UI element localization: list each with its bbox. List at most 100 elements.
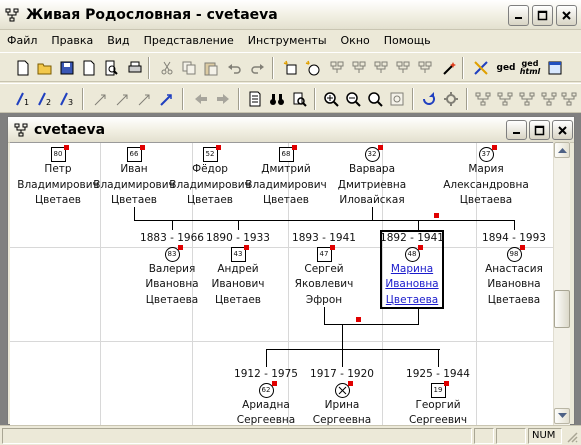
menu-tools[interactable]: Инструменты bbox=[241, 31, 334, 51]
minimize-button[interactable] bbox=[508, 5, 529, 26]
menu-view[interactable]: Вид bbox=[100, 31, 136, 51]
zoom-page-button[interactable] bbox=[386, 88, 408, 110]
toolbar-separator bbox=[182, 88, 184, 110]
print-preview-button[interactable] bbox=[100, 57, 122, 79]
menu-bar: Файл Правка Вид Представление Инструмент… bbox=[0, 31, 581, 51]
tree-tool-button-3[interactable] bbox=[370, 57, 392, 79]
child-maximize-button[interactable] bbox=[529, 120, 550, 140]
find-button[interactable] bbox=[288, 88, 310, 110]
cut-button[interactable] bbox=[156, 57, 178, 79]
person-last-name: Цветаева bbox=[487, 293, 541, 306]
menu-help[interactable]: Помощь bbox=[377, 31, 438, 51]
vertical-scrollbar[interactable] bbox=[553, 142, 570, 425]
person-card[interactable]: 1890 - 1933 43 Андрей Иванович Цветаев bbox=[190, 231, 286, 308]
nav-button-2[interactable] bbox=[112, 88, 134, 110]
person-middle-name: Сергеевна bbox=[312, 414, 372, 425]
wand-icon bbox=[443, 62, 456, 75]
settings-button[interactable] bbox=[440, 88, 462, 110]
new-relation-button[interactable] bbox=[302, 57, 324, 79]
person-card[interactable]: 1925 - 1944 19 Георгий Сергеевич bbox=[390, 367, 486, 425]
resize-grip-icon[interactable] bbox=[566, 431, 578, 443]
back-button[interactable] bbox=[190, 88, 212, 110]
zoom-out-button[interactable] bbox=[342, 88, 364, 110]
person-card-selected[interactable]: 1892 - 1941 48 Марина Ивановна Цветаева bbox=[364, 231, 460, 308]
tree-tool-button-2[interactable] bbox=[348, 57, 370, 79]
undo-button[interactable] bbox=[224, 57, 246, 79]
family-marker bbox=[434, 213, 439, 218]
layout-button-1[interactable] bbox=[472, 88, 494, 110]
nav-button-1[interactable] bbox=[90, 88, 112, 110]
generation-1-button[interactable]: 1 bbox=[12, 88, 34, 110]
nav-icon bbox=[138, 94, 150, 106]
maximize-icon bbox=[537, 10, 548, 21]
menu-window[interactable]: Окно bbox=[334, 31, 377, 51]
wand-button[interactable] bbox=[438, 57, 460, 79]
copy-button[interactable] bbox=[178, 57, 200, 79]
menu-presentation[interactable]: Представление bbox=[137, 31, 241, 51]
layout-button-3[interactable] bbox=[516, 88, 538, 110]
person-card[interactable]: 1893 - 1941 47 Сергей Яковлевич Эфрон bbox=[276, 231, 372, 308]
print-icon bbox=[128, 61, 142, 73]
layout-icon bbox=[519, 92, 535, 106]
document-icon bbox=[249, 91, 261, 107]
person-card[interactable]: 1894 - 1993 98 Анастасия Ивановна Цветае… bbox=[466, 231, 553, 308]
svg-text:1: 1 bbox=[24, 98, 29, 107]
page-button[interactable] bbox=[78, 57, 100, 79]
zoom-in-button[interactable] bbox=[320, 88, 342, 110]
person-last-name-link[interactable]: Цветаева bbox=[364, 293, 460, 309]
app-title-bar[interactable]: Живая Родословная - cvetaeva bbox=[0, 0, 581, 30]
zoom-fit-button[interactable] bbox=[364, 88, 386, 110]
redo-button[interactable] bbox=[246, 57, 268, 79]
layout-button-5[interactable] bbox=[558, 88, 580, 110]
forward-button[interactable] bbox=[212, 88, 234, 110]
open-button[interactable] bbox=[34, 57, 56, 79]
relation-line bbox=[438, 349, 439, 367]
person-card[interactable]: 37 Мария Александровна Цветаева bbox=[438, 145, 534, 209]
menu-file[interactable]: Файл bbox=[0, 31, 44, 51]
menu-edit[interactable]: Правка bbox=[44, 31, 100, 51]
gedcom-html-button[interactable]: ged html bbox=[518, 57, 542, 79]
scroll-down-button[interactable] bbox=[554, 408, 570, 424]
tree-tool-button-4[interactable] bbox=[392, 57, 414, 79]
scroll-thumb[interactable] bbox=[554, 290, 570, 328]
save-button[interactable] bbox=[56, 57, 78, 79]
web-export-button[interactable] bbox=[544, 57, 566, 79]
layout-button-4[interactable] bbox=[538, 88, 560, 110]
scroll-up-button[interactable] bbox=[554, 142, 570, 158]
nav-button-4[interactable] bbox=[156, 88, 178, 110]
binoculars-button[interactable] bbox=[266, 88, 288, 110]
close-button[interactable] bbox=[556, 5, 577, 26]
generation-3-button[interactable]: 3 bbox=[56, 88, 78, 110]
print-button[interactable] bbox=[124, 57, 146, 79]
gedcom-import-button[interactable] bbox=[470, 57, 492, 79]
child-minimize-button[interactable] bbox=[506, 120, 527, 140]
tree-tool-button-1[interactable] bbox=[326, 57, 348, 79]
person-first-name-link[interactable]: Марина bbox=[364, 262, 460, 278]
refresh-button[interactable] bbox=[418, 88, 440, 110]
nav-button-3[interactable] bbox=[134, 88, 156, 110]
person-middle-name: Сергеевич bbox=[408, 414, 468, 425]
layout-button-2[interactable] bbox=[494, 88, 516, 110]
child-close-button[interactable] bbox=[552, 120, 573, 140]
gedcom-export-button[interactable]: ged bbox=[494, 57, 518, 79]
person-middle-name-link[interactable]: Ивановна bbox=[364, 277, 460, 293]
document-button[interactable] bbox=[244, 88, 266, 110]
tree-tool-button-5[interactable] bbox=[414, 57, 436, 79]
family-tree-canvas[interactable]: 80 Петр Владимирович Цветаев 66 Иван Вла… bbox=[10, 142, 553, 425]
person-card[interactable]: 1917 - 1920 Ирина Сергеевна bbox=[294, 367, 390, 425]
new-button[interactable] bbox=[12, 57, 34, 79]
person-card[interactable]: 68 Дмитрий Владимирович Цветаев bbox=[238, 145, 334, 209]
gedhtml-label-2: html bbox=[519, 67, 541, 76]
layout-icon bbox=[497, 92, 513, 106]
paste-button[interactable] bbox=[200, 57, 222, 79]
person-dates: 1890 - 1933 bbox=[206, 232, 270, 244]
family-tree-icon bbox=[14, 123, 28, 137]
generation-2-button[interactable]: 2 bbox=[34, 88, 56, 110]
maximize-icon bbox=[534, 125, 545, 135]
person-card[interactable]: 32 Варвара Дмитриевна Иловайская bbox=[324, 145, 420, 209]
document-title-bar[interactable]: cvetaeva bbox=[8, 117, 574, 143]
new-person-button[interactable] bbox=[280, 57, 302, 79]
person-middle-name: Яковлевич bbox=[294, 278, 354, 290]
relation-line bbox=[266, 349, 440, 350]
maximize-button[interactable] bbox=[532, 5, 553, 26]
